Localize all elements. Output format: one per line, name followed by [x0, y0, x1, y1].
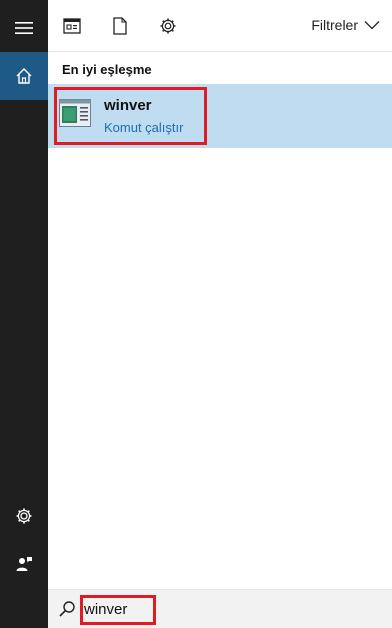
home-icon [16, 68, 32, 84]
filters-dropdown[interactable]: Filtreler [311, 17, 380, 33]
top-toolbar: Filtreler [48, 0, 392, 52]
result-title: winver [104, 97, 152, 114]
home-button[interactable] [0, 52, 48, 100]
hamburger-menu-icon [15, 22, 33, 34]
settings-filter-button[interactable] [154, 12, 182, 40]
search-icon [59, 601, 75, 617]
search-input[interactable] [84, 598, 194, 620]
filters-label: Filtreler [311, 17, 358, 33]
chevron-down-icon [364, 21, 380, 30]
search-bar [48, 589, 392, 628]
left-rail [0, 0, 48, 628]
settings-gear-icon [16, 508, 32, 524]
documents-filter-button[interactable] [106, 12, 134, 40]
documents-icon [113, 17, 127, 35]
result-subtitle: Komut çalıştır [104, 120, 184, 135]
feedback-button[interactable] [0, 540, 48, 588]
settings-button[interactable] [0, 492, 48, 540]
apps-filter-button[interactable] [58, 12, 86, 40]
run-command-app-icon [59, 99, 91, 127]
apps-icon [63, 18, 81, 34]
best-match-result[interactable]: winver Komut çalıştır [48, 84, 392, 148]
best-match-heading: En iyi eşleşme [62, 62, 152, 77]
hamburger-menu-button[interactable] [0, 4, 48, 52]
settings-icon [160, 18, 176, 34]
feedback-person-icon [16, 557, 32, 571]
